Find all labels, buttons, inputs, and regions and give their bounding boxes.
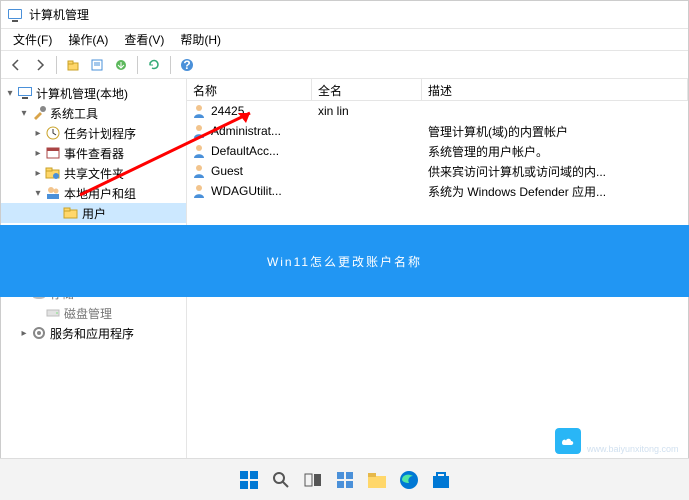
search-icon[interactable] <box>268 467 294 493</box>
user-row[interactable]: DefaultAcc...系统管理的用户帐户。 <box>187 141 688 161</box>
tree-users[interactable]: 用户 <box>1 203 186 223</box>
disk-icon <box>45 305 61 321</box>
titlebar: 计算机管理 <box>1 1 688 29</box>
start-button[interactable] <box>236 467 262 493</box>
watermark-icon <box>555 428 581 454</box>
menu-view[interactable]: 查看(V) <box>116 29 172 50</box>
user-icon <box>191 143 207 159</box>
user-icon <box>191 183 207 199</box>
refresh-button[interactable] <box>143 54 165 76</box>
taskbar <box>0 458 689 500</box>
forward-button[interactable] <box>29 54 51 76</box>
event-icon <box>45 145 61 161</box>
tree-local-users-groups[interactable]: ▾本地用户和组 <box>1 183 186 203</box>
tree-shared-folders[interactable]: ▸共享文件夹 <box>1 163 186 183</box>
window-title: 计算机管理 <box>29 6 89 23</box>
col-name[interactable]: 名称 <box>187 79 312 100</box>
toolbar-separator <box>170 56 171 74</box>
overlay-banner: Win11怎么更改账户名称 <box>0 225 689 297</box>
toolbar: ? <box>1 51 688 79</box>
tree-event-viewer[interactable]: ▸事件查看器 <box>1 143 186 163</box>
back-button[interactable] <box>5 54 27 76</box>
user-icon <box>191 163 207 179</box>
watermark: 白云一键重装系统 www.baiyunxitong.com <box>555 427 683 454</box>
menu-help[interactable]: 帮助(H) <box>172 29 229 50</box>
user-row[interactable]: Guest供来宾访问计算机或访问域的内... <box>187 161 688 181</box>
services-icon <box>31 325 47 341</box>
taskview-icon[interactable] <box>300 467 326 493</box>
export-button[interactable] <box>110 54 132 76</box>
toolbar-separator <box>137 56 138 74</box>
list-header: 名称 全名 描述 <box>187 79 688 101</box>
computer-icon <box>17 85 33 101</box>
user-row[interactable]: 24425xin lin <box>187 101 688 121</box>
user-row[interactable]: Administrat...管理计算机(域)的内置帐户 <box>187 121 688 141</box>
list-body: 24425xin linAdministrat...管理计算机(域)的内置帐户D… <box>187 101 688 201</box>
widgets-icon[interactable] <box>332 467 358 493</box>
edge-icon[interactable] <box>396 467 422 493</box>
watermark-text: 白云一键重装系统 www.baiyunxitong.com <box>587 427 683 454</box>
menubar: 文件(F) 操作(A) 查看(V) 帮助(H) <box>1 29 688 51</box>
toolbar-separator <box>56 56 57 74</box>
menu-file[interactable]: 文件(F) <box>5 29 60 50</box>
store-icon[interactable] <box>428 467 454 493</box>
user-icon <box>191 103 207 119</box>
tree-system-tools[interactable]: ▾系统工具 <box>1 103 186 123</box>
svg-text:?: ? <box>183 58 190 72</box>
tree-root[interactable]: ▾计算机管理(本地) <box>1 83 186 103</box>
app-icon <box>7 7 23 23</box>
col-desc[interactable]: 描述 <box>422 79 688 100</box>
help-button[interactable]: ? <box>176 54 198 76</box>
tools-icon <box>31 105 47 121</box>
col-fullname[interactable]: 全名 <box>312 79 422 100</box>
clock-icon <box>45 125 61 141</box>
up-button[interactable] <box>62 54 84 76</box>
menu-action[interactable]: 操作(A) <box>60 29 116 50</box>
shared-folder-icon <box>45 165 61 181</box>
tree-task-scheduler[interactable]: ▸任务计划程序 <box>1 123 186 143</box>
banner-text: Win11怎么更改账户名称 <box>267 253 422 270</box>
tree-disk-management[interactable]: 磁盘管理 <box>1 303 186 323</box>
users-groups-icon <box>45 185 61 201</box>
tree-services-apps[interactable]: ▸服务和应用程序 <box>1 323 186 343</box>
folder-icon <box>63 205 79 221</box>
user-row[interactable]: WDAGUtilit...系统为 Windows Defender 应用... <box>187 181 688 201</box>
explorer-icon[interactable] <box>364 467 390 493</box>
properties-button[interactable] <box>86 54 108 76</box>
user-icon <box>191 123 207 139</box>
